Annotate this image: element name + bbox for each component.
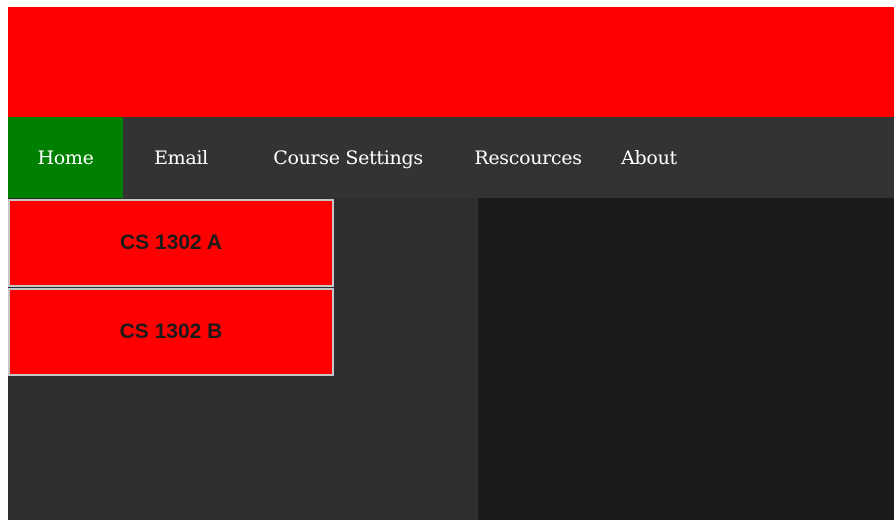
nav-item-home[interactable]: Home xyxy=(8,117,123,198)
course-button-cs-1302-a[interactable]: CS 1302 A xyxy=(8,199,334,287)
content-panel xyxy=(478,198,894,520)
course-list-panel: CS 1302 A CS 1302 B xyxy=(8,198,478,520)
course-button-cs-1302-b[interactable]: CS 1302 B xyxy=(8,288,334,376)
nav-bar: Home Email Course Settings Rescources Ab… xyxy=(8,117,894,198)
header-banner xyxy=(8,7,894,117)
nav-item-resources[interactable]: Rescources xyxy=(457,117,599,198)
nav-item-email[interactable]: Email xyxy=(123,117,239,198)
nav-item-about[interactable]: About xyxy=(599,117,699,198)
page: Home Email Course Settings Rescources Ab… xyxy=(8,7,894,520)
nav-item-course-settings[interactable]: Course Settings xyxy=(239,117,457,198)
